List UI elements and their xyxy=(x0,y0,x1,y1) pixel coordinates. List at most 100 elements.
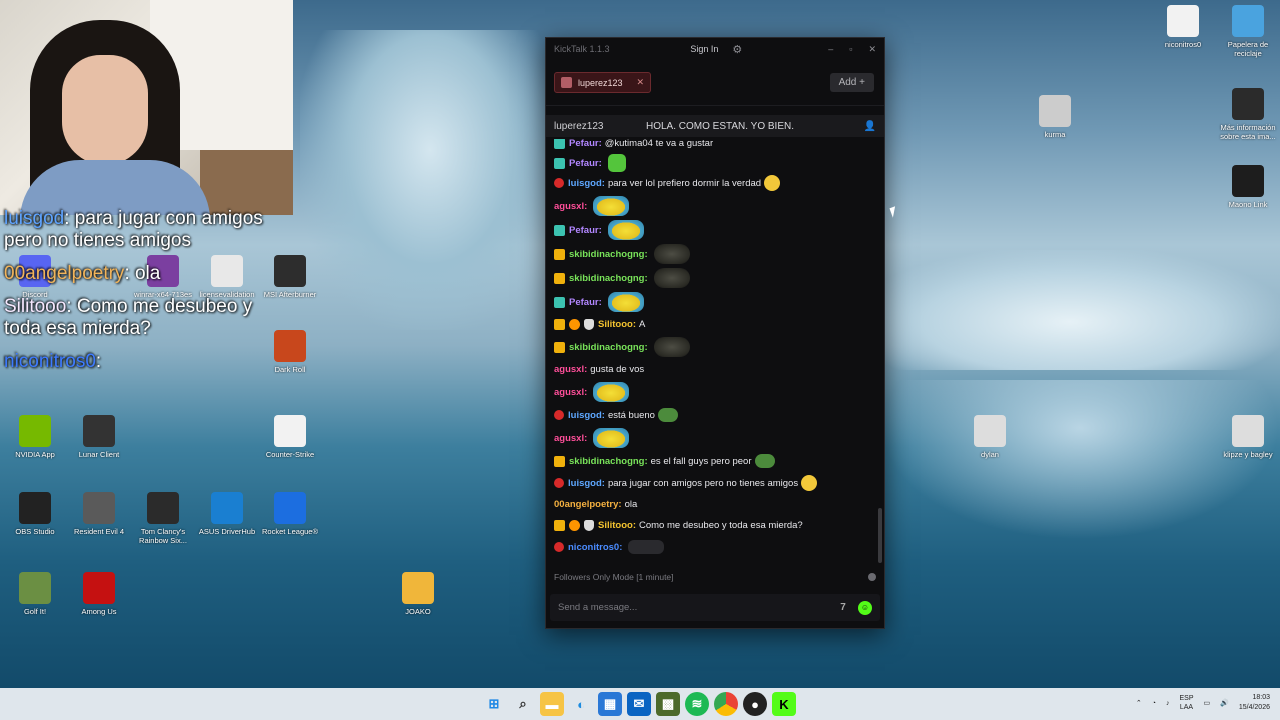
desktop-icon[interactable]: ASUS DriverHub xyxy=(192,492,262,536)
store-icon[interactable]: ▦ xyxy=(598,692,622,716)
desktop-icon[interactable]: OBS Studio xyxy=(0,492,70,536)
7tv-emote-icon[interactable]: 7 xyxy=(834,599,852,617)
chat-username[interactable]: luisgod: xyxy=(568,409,605,422)
chat-scrollbar[interactable] xyxy=(878,508,882,563)
chat-username[interactable]: agusxl: xyxy=(554,363,587,376)
dark-emote-icon[interactable] xyxy=(653,268,690,288)
language-indicator[interactable]: ESP LAA xyxy=(1179,694,1193,712)
chat-username[interactable]: agusxl: xyxy=(554,386,587,399)
minimize-button[interactable]: – xyxy=(828,44,833,54)
cars-emote-icon[interactable] xyxy=(628,540,665,554)
desktop-icon[interactable]: Más información sobre esta ima... xyxy=(1213,88,1280,141)
chat-message[interactable]: Pefaur: @kutima04 te va a gustar xyxy=(554,139,876,154)
chat-username[interactable]: Silitooo: xyxy=(598,318,636,331)
chat-message[interactable]: agusxl: xyxy=(554,380,876,404)
dark-emote-icon[interactable] xyxy=(653,244,690,264)
chat-message[interactable]: luisgod: para ver lol prefiero dormir la … xyxy=(554,172,876,194)
settings-gear-icon[interactable]: ⚙ xyxy=(732,43,742,56)
chat-message[interactable]: niconitros0: xyxy=(554,536,876,558)
info-icon[interactable] xyxy=(868,573,876,581)
desktop-icon[interactable]: Papelera de reciclaje xyxy=(1213,5,1280,58)
chat-message[interactable]: Pefaur: xyxy=(554,218,876,242)
desktop-icon[interactable]: dylan xyxy=(955,415,1025,459)
desktop-icon[interactable]: klipze y bagley xyxy=(1213,415,1280,459)
chat-username[interactable]: Silitooo: xyxy=(598,519,636,532)
user-icon[interactable]: 👤 xyxy=(864,121,876,132)
desktop-icon[interactable]: Among Us xyxy=(64,572,134,616)
chat-username[interactable]: luisgod: xyxy=(568,477,605,490)
clock[interactable]: 18:03 15/4/2026 xyxy=(1239,693,1270,713)
spotify-icon[interactable]: ≋ xyxy=(685,692,709,716)
chat-username[interactable]: niconitros0: xyxy=(568,541,622,554)
mic-icon[interactable]: ♪ xyxy=(1166,700,1170,707)
chat-message[interactable]: skibidinachogng: xyxy=(554,242,876,266)
kick-emote-icon[interactable]: ☺ xyxy=(858,600,872,615)
edge-icon[interactable]: ◐ xyxy=(569,692,593,716)
desktop-icon[interactable]: kurma xyxy=(1020,95,1090,139)
chat-message[interactable]: luisgod: para jugar con amigos pero no ti… xyxy=(554,472,876,494)
chat-message[interactable]: skibidinachogng: es el fall guys pero peo… xyxy=(554,450,876,472)
yellow-emote-icon[interactable] xyxy=(607,292,644,312)
file-explorer-icon[interactable]: ▬ xyxy=(540,692,564,716)
chat-username[interactable]: Pefaur: xyxy=(569,296,602,309)
chat-message[interactable]: agusxl: gusta de vos xyxy=(554,359,876,380)
chat-message[interactable]: Pefaur: xyxy=(554,290,876,314)
chat-username[interactable]: Pefaur: xyxy=(569,157,602,170)
frog-emote-icon[interactable] xyxy=(754,454,775,468)
desktop-icon[interactable]: JOAKO xyxy=(383,572,453,616)
network-icon[interactable]: ◔ xyxy=(1152,700,1156,707)
kicktalk-taskbar-icon[interactable]: K xyxy=(772,692,796,716)
chat-username[interactable]: Pefaur: xyxy=(569,139,602,150)
smile-emote-icon[interactable] xyxy=(801,475,818,491)
chat-message[interactable]: agusxl: xyxy=(554,194,876,218)
desktop-icon[interactable]: Golf It! xyxy=(0,572,70,616)
desktop-icon[interactable]: Lunar Client xyxy=(64,415,134,459)
green-emote-icon[interactable] xyxy=(607,154,626,172)
close-button[interactable]: ✕ xyxy=(868,44,876,55)
obs-icon[interactable]: ● xyxy=(743,692,767,716)
display-icon[interactable]: ▭ xyxy=(1204,699,1211,707)
smile-emote-icon[interactable] xyxy=(764,175,781,191)
message-input[interactable] xyxy=(558,602,828,613)
chat-message[interactable]: skibidinachogng: xyxy=(554,335,876,359)
chat-message[interactable]: agusxl: xyxy=(554,426,876,450)
chat-username[interactable]: skibidinachogng: xyxy=(569,341,648,354)
chat-username[interactable]: skibidinachogng: xyxy=(569,272,648,285)
yellow-emote-icon[interactable] xyxy=(593,382,630,402)
sign-in-button[interactable]: Sign In xyxy=(690,44,718,54)
yellow-emote-icon[interactable] xyxy=(593,428,630,448)
desktop-icon[interactable]: Rocket League® xyxy=(255,492,325,536)
desktop-icon[interactable]: Maono Link xyxy=(1213,165,1280,209)
close-tab-icon[interactable]: ✕ xyxy=(637,77,645,88)
desktop-icon[interactable]: Resident Evil 4 xyxy=(64,492,134,536)
chat-messages[interactable]: Pefaur: @kutima04 te va a gustar Pefaur: lu… xyxy=(546,139,884,561)
chat-username[interactable]: agusxl: xyxy=(554,200,587,213)
maximize-button[interactable]: ▫ xyxy=(849,44,852,54)
tab-luperez123[interactable]: luperez123 ✕ xyxy=(554,72,652,93)
chat-username[interactable]: skibidinachogng: xyxy=(569,455,648,468)
chat-message[interactable]: skibidinachogng: xyxy=(554,266,876,290)
chat-username[interactable]: Pefaur: xyxy=(569,224,602,237)
desktop-icon[interactable]: Tom Clancy's Rainbow Six... xyxy=(128,492,198,545)
desktop-icon[interactable]: Counter-Strike xyxy=(255,415,325,459)
start-icon[interactable]: ⊞ xyxy=(482,692,506,716)
chat-username[interactable]: skibidinachogng: xyxy=(569,248,648,261)
outlook-icon[interactable]: ✉ xyxy=(627,692,651,716)
frog-emote-icon[interactable] xyxy=(657,408,678,422)
desktop-icon[interactable]: NVIDIA App xyxy=(0,415,70,459)
chat-message[interactable]: 00angelpoetry: ola xyxy=(554,494,876,515)
chat-message[interactable]: Pefaur: xyxy=(554,154,876,172)
add-channel-button[interactable]: Add + xyxy=(829,73,874,92)
dark-emote-icon[interactable] xyxy=(653,337,690,357)
yellow-emote-icon[interactable] xyxy=(607,220,644,240)
search-icon[interactable]: ⌕ xyxy=(511,692,535,716)
minecraft-icon[interactable]: ▩ xyxy=(656,692,680,716)
chrome-icon[interactable] xyxy=(714,692,738,716)
yellow-emote-icon[interactable] xyxy=(593,196,630,216)
chat-username[interactable]: agusxl: xyxy=(554,432,587,445)
chat-message[interactable]: Silitooo: Como me desubeo y toda esa mier… xyxy=(554,515,876,536)
chat-username[interactable]: luisgod: xyxy=(568,177,605,190)
desktop-icon[interactable]: niconitros0 xyxy=(1148,5,1218,49)
chevron-up-icon[interactable]: ⌃ xyxy=(1136,699,1142,707)
chat-username[interactable]: 00angelpoetry: xyxy=(554,498,622,511)
